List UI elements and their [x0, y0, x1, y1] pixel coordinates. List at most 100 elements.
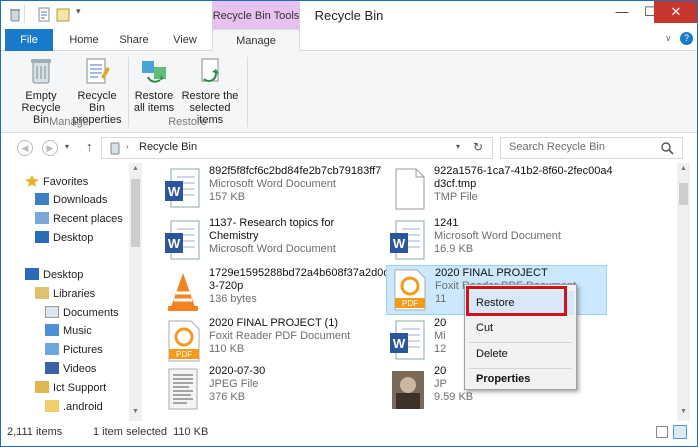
- restore-selected-icon: [201, 58, 219, 82]
- file-name-line2: d3cf.tmp: [434, 178, 477, 190]
- nav-label: Music: [63, 325, 92, 337]
- downloads-icon: [35, 193, 49, 205]
- search-icon[interactable]: [661, 142, 674, 155]
- file-size: 9.59 KB: [434, 391, 474, 403]
- scroll-down-icon[interactable]: ▼: [680, 408, 687, 415]
- nav-item-ict-support[interactable]: Ict Support: [35, 379, 106, 397]
- svg-text:PDF: PDF: [176, 350, 192, 359]
- file-size: 157 KB: [209, 191, 246, 203]
- file-item[interactable]: 922a1576-1ca7-41b2-8f60-2fec00a4 d3cf.tmp…: [388, 165, 618, 215]
- ribbon-separator: [247, 57, 248, 127]
- file-item[interactable]: 1729e1595288bd72a4b608f37a2d0df 3-720p 136…: [163, 267, 393, 317]
- address-dropdown-icon[interactable]: ▾: [456, 142, 460, 151]
- nav-label: Recent places: [53, 213, 123, 225]
- recent-locations-icon[interactable]: ▾: [65, 142, 69, 151]
- properties-label-1: Recycle Bin: [77, 90, 117, 114]
- restore-selected-label-1: Restore the: [181, 90, 239, 102]
- file-item[interactable]: W 1241 Microsoft Word Document 16.9 KB: [388, 217, 618, 267]
- file-type: JPEG File: [209, 378, 259, 390]
- menu-item-cut[interactable]: Cut: [467, 316, 574, 340]
- nav-label: Desktop: [53, 232, 94, 244]
- file-size: 136 bytes: [209, 293, 257, 305]
- file-item[interactable]: PDF 2020 FINAL PROJECT (1) Foxit Reader P…: [163, 317, 383, 367]
- recycle-bin-icon: [31, 59, 51, 84]
- scroll-up-icon[interactable]: ▲: [680, 165, 687, 172]
- nav-item-desktop[interactable]: Desktop: [25, 266, 83, 284]
- restore-all-label-1: Restore: [134, 90, 174, 102]
- restore-all-label-2: all items: [133, 102, 175, 114]
- tab-manage[interactable]: Manage: [212, 29, 300, 52]
- menu-item-properties[interactable]: Properties: [467, 367, 574, 391]
- file-item[interactable]: 2020-07-30 JPEG File 376 KB: [163, 365, 383, 415]
- folder-icon: [45, 400, 59, 412]
- group-restore-label: Restore: [168, 116, 207, 128]
- nav-item-recent-places[interactable]: Recent places: [35, 210, 123, 228]
- word-icon: W: [165, 168, 200, 208]
- nav-item-android[interactable]: .android: [45, 398, 103, 416]
- explorer-window: ▾ Recycle Bin Tools Recycle Bin — ☐ ✕ Fi…: [0, 0, 698, 447]
- nav-scrollbar[interactable]: ▲ ▼: [129, 163, 142, 421]
- nav-item-desktop-fav[interactable]: Desktop: [35, 229, 93, 247]
- file-size: 16.9 KB: [434, 243, 474, 255]
- details-view-icon[interactable]: [656, 426, 668, 438]
- tab-home[interactable]: Home: [61, 29, 107, 51]
- file-type: Microsoft Word Document: [209, 243, 336, 255]
- nav-item-pictures[interactable]: Pictures: [45, 341, 103, 359]
- nav-label: Documents: [63, 307, 119, 319]
- window-title: Recycle Bin: [314, 8, 384, 23]
- breadcrumb-chevron-icon[interactable]: ›: [126, 142, 129, 151]
- star-icon: [25, 175, 39, 187]
- svg-text:PDF: PDF: [402, 299, 418, 308]
- file-name: 2020-07-30: [209, 365, 266, 377]
- svg-text:W: W: [168, 236, 181, 251]
- nav-label: Desktop: [43, 269, 84, 281]
- help-icon[interactable]: ?: [680, 32, 693, 45]
- address-bar[interactable]: › Recycle Bin ▾ ↻: [101, 137, 493, 159]
- nav-item-music[interactable]: Music: [45, 322, 92, 340]
- group-manage-label: Manage: [49, 116, 89, 128]
- svg-text:W: W: [393, 336, 406, 351]
- up-arrow-icon[interactable]: ↑: [86, 139, 93, 154]
- scroll-down-icon[interactable]: ▼: [132, 408, 139, 415]
- file-name: 1729e1595288bd72a4b608f37a2d0df: [209, 267, 393, 279]
- nav-label: Libraries: [53, 288, 96, 300]
- nav-item-favorites[interactable]: Favorites: [25, 173, 88, 191]
- nav-item-documents[interactable]: Documents: [45, 304, 119, 322]
- forward-button[interactable]: ▶: [42, 140, 58, 156]
- pdf-icon: PDF: [168, 320, 200, 362]
- nav-label: Videos: [63, 363, 97, 375]
- videos-icon: [45, 362, 59, 374]
- tab-file[interactable]: File: [5, 29, 53, 51]
- restore-highlight-box: [466, 286, 567, 316]
- restore-all-items-button[interactable]: Restore all items: [131, 55, 177, 114]
- music-icon: [45, 324, 59, 336]
- close-button[interactable]: ✕: [654, 1, 697, 23]
- file-item[interactable]: W 892f5f8fcf6c2bd84fe2b7cb79183ff7 Micros…: [163, 165, 383, 215]
- libraries-icon: [35, 287, 49, 299]
- tab-view[interactable]: View: [162, 29, 208, 51]
- nav-scrollbar-thumb[interactable]: [131, 179, 140, 247]
- tab-share[interactable]: Share: [111, 29, 157, 51]
- ribbon-collapse-icon[interactable]: ∨: [665, 33, 672, 44]
- properties-icon: [86, 58, 110, 84]
- content-scrollbar-thumb[interactable]: [679, 183, 688, 205]
- back-button[interactable]: ◀: [17, 140, 33, 156]
- nav-item-videos[interactable]: Videos: [45, 360, 96, 378]
- content-scrollbar[interactable]: ▲ ▼: [677, 163, 690, 421]
- search-input[interactable]: Search Recycle Bin: [500, 137, 683, 159]
- file-name-line2: 3-720p: [209, 280, 244, 292]
- minimize-button[interactable]: —: [607, 1, 637, 23]
- nav-label: Ict Support: [53, 382, 107, 394]
- pictures-icon: [45, 343, 59, 355]
- status-bar: 2,111 items 1 item selected 110 KB: [1, 421, 697, 446]
- refresh-icon[interactable]: ↻: [473, 140, 483, 154]
- file-item[interactable]: W 1137- Research topics for Chemistry Micr…: [163, 217, 383, 267]
- recycle-bin-address-icon: [110, 142, 120, 155]
- nav-item-libraries[interactable]: Libraries: [35, 285, 95, 303]
- menu-item-delete[interactable]: Delete: [467, 342, 574, 366]
- address-path[interactable]: Recycle Bin: [139, 141, 197, 153]
- recent-places-icon: [35, 212, 49, 224]
- nav-item-downloads[interactable]: Downloads: [35, 191, 107, 209]
- scroll-up-icon[interactable]: ▲: [132, 165, 139, 172]
- large-icons-view-icon[interactable]: [673, 425, 687, 439]
